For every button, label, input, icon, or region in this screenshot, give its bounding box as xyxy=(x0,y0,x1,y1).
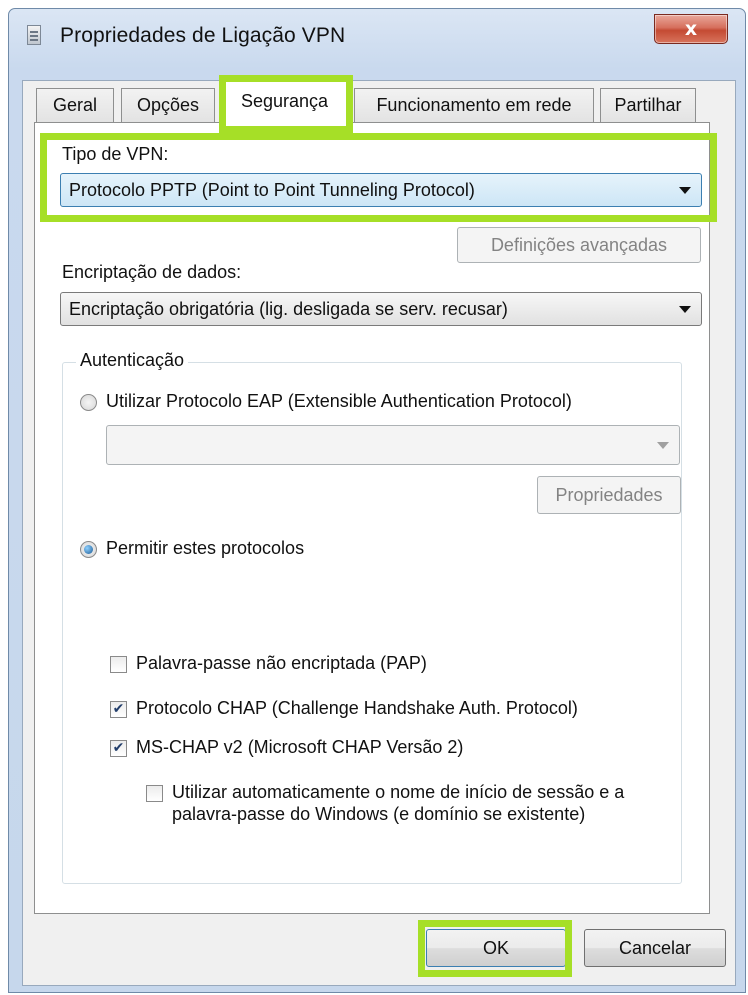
ok-button[interactable]: OK xyxy=(426,929,566,967)
document-icon xyxy=(27,25,41,45)
eap-radio[interactable] xyxy=(80,394,97,411)
advanced-settings-button[interactable]: Definições avançadas xyxy=(457,227,701,263)
allow-protocols-label: Permitir estes protocolos xyxy=(106,538,305,558)
eap-properties-button[interactable]: Propriedades xyxy=(537,476,681,514)
tab-partilhar[interactable]: Partilhar xyxy=(600,88,696,122)
close-button[interactable]: x xyxy=(654,14,728,44)
tab-geral[interactable]: Geral xyxy=(36,88,114,122)
vpn-type-value: Protocolo PPTP (Point to Point Tunneling… xyxy=(69,180,475,200)
chap-checkbox[interactable]: ✔ xyxy=(110,701,127,718)
mschapv2-label: MS-CHAP v2 (Microsoft CHAP Versão 2) xyxy=(136,737,464,757)
chevron-down-icon xyxy=(679,187,691,194)
encryption-label: Encriptação de dados: xyxy=(62,262,242,282)
encryption-value: Encriptação obrigatória (lig. desligada … xyxy=(69,299,508,319)
chevron-down-icon xyxy=(679,306,691,313)
authentication-legend: Autenticação xyxy=(76,350,189,371)
cancel-button[interactable]: Cancelar xyxy=(584,929,726,967)
encryption-select[interactable]: Encriptação obrigatória (lig. desligada … xyxy=(60,292,702,326)
mschapv2-checkbox[interactable]: ✔ xyxy=(110,740,127,757)
auto-logon-checkbox[interactable] xyxy=(146,785,163,802)
chevron-down-icon xyxy=(657,442,669,449)
allow-protocols-radio[interactable] xyxy=(80,541,97,558)
window-title: Propriedades de Ligação VPN xyxy=(60,24,346,47)
vpn-type-label: Tipo de VPN: xyxy=(62,144,169,164)
chap-label: Protocolo CHAP (Challenge Handshake Auth… xyxy=(136,698,578,718)
pap-checkbox[interactable] xyxy=(110,656,127,673)
eap-radio-label: Utilizar Protocolo EAP (Extensible Authe… xyxy=(106,391,572,411)
auto-logon-label: Utilizar automaticamente o nome de iníci… xyxy=(172,782,625,824)
tab-opcoes[interactable]: Opções xyxy=(121,88,215,122)
pap-label: Palavra-passe não encriptada (PAP) xyxy=(136,653,427,673)
tab-funcionamento-em-rede[interactable]: Funcionamento em rede xyxy=(354,88,594,122)
tab-seguranca[interactable]: Segurança xyxy=(222,80,347,125)
eap-method-select[interactable] xyxy=(106,425,680,465)
vpn-type-select[interactable]: Protocolo PPTP (Point to Point Tunneling… xyxy=(60,173,702,207)
